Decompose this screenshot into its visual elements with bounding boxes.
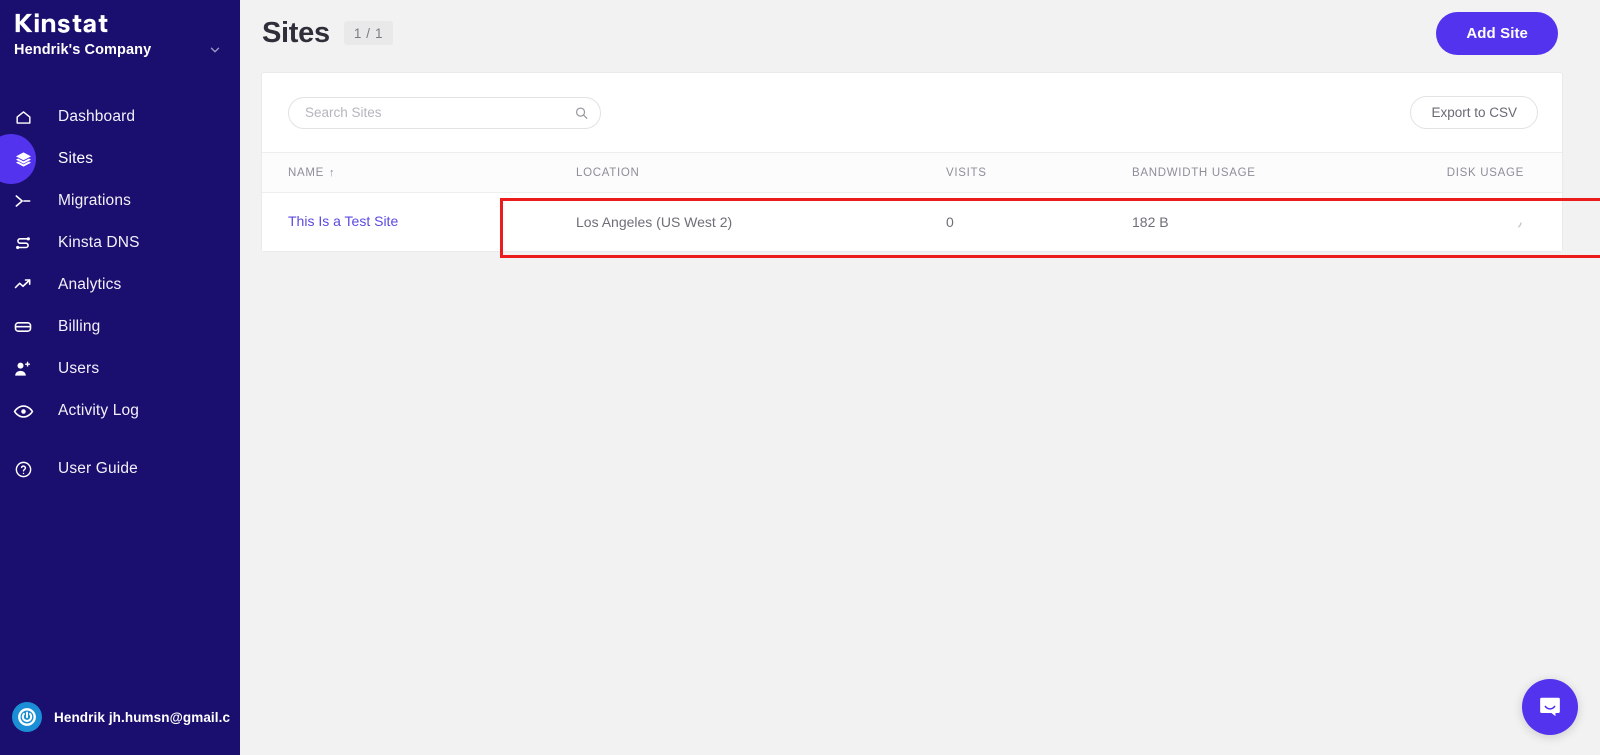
column-header-name-label: NAME xyxy=(288,166,325,179)
sidebar-item-sites[interactable]: Sites xyxy=(0,138,240,180)
sidebar-item-billing[interactable]: Billing xyxy=(0,306,240,348)
cell-visits: 0 xyxy=(946,214,954,230)
app-root: Hendrik's Company Dashboard Sites Migrat… xyxy=(0,0,1600,755)
sites-card: Export to CSV NAME ↑ LOCATION VISITS BAND… xyxy=(262,73,1562,251)
column-header-bandwidth-usage[interactable]: BANDWIDTH USAGE xyxy=(1132,167,1430,179)
sidebar-item-label: Users xyxy=(58,360,100,377)
cell-bandwidth-usage: 182 B xyxy=(1132,214,1169,230)
sites-count-badge: 1 / 1 xyxy=(343,21,394,45)
sidebar-item-kinsta-dns[interactable]: Kinsta DNS xyxy=(0,222,240,264)
table-row[interactable]: This Is a Test Site Los Angeles (US West… xyxy=(262,193,1562,251)
layers-icon xyxy=(10,146,36,172)
intercom-messenger-button[interactable] xyxy=(1522,679,1578,735)
sidebar-item-analytics[interactable]: Analytics xyxy=(0,264,240,306)
search-input[interactable] xyxy=(288,96,601,129)
kinsta-logo[interactable] xyxy=(0,0,240,36)
sidebar: Hendrik's Company Dashboard Sites Migrat… xyxy=(0,0,240,755)
export-to-csv-button[interactable]: Export to CSV xyxy=(1410,96,1538,129)
column-header-disk-usage[interactable]: DISK USAGE xyxy=(1430,167,1562,179)
sidebar-nav: Dashboard Sites Migrations Kinsta DNS An… xyxy=(0,96,240,490)
sidebar-item-label: User Guide xyxy=(58,460,138,477)
sidebar-item-label: Billing xyxy=(58,318,101,335)
sidebar-item-label: Kinsta DNS xyxy=(58,234,140,251)
table-header-row: NAME ↑ LOCATION VISITS BANDWIDTH USAGE DI… xyxy=(262,153,1562,193)
sidebar-item-label: Analytics xyxy=(58,276,122,293)
migrations-icon xyxy=(10,188,36,214)
company-switcher[interactable]: Hendrik's Company xyxy=(0,36,240,58)
sidebar-item-label: Sites xyxy=(58,150,94,167)
site-name-link[interactable]: This Is a Test Site xyxy=(288,213,398,229)
company-name: Hendrik's Company xyxy=(14,42,152,58)
sidebar-item-users[interactable]: Users xyxy=(0,348,240,390)
sidebar-item-user-guide[interactable]: User Guide xyxy=(0,448,240,490)
dns-icon xyxy=(10,230,36,256)
sort-ascending-icon: ↑ xyxy=(329,166,336,179)
add-site-button[interactable]: Add Site xyxy=(1436,11,1558,55)
main-content: Sites 1 / 1 Add Site Export to CSV NAME ↑… xyxy=(240,0,1600,755)
table-toolbar: Export to CSV xyxy=(262,73,1562,153)
sidebar-item-label: Activity Log xyxy=(58,402,140,419)
search-sites-wrapper xyxy=(288,96,601,129)
sidebar-item-label: Dashboard xyxy=(58,108,136,125)
column-header-location[interactable]: LOCATION xyxy=(576,167,946,179)
avatar xyxy=(12,702,42,732)
sidebar-item-activity-log[interactable]: Activity Log xyxy=(0,390,240,432)
sidebar-item-migrations[interactable]: Migrations xyxy=(0,180,240,222)
sidebar-user-profile[interactable]: Hendrik jh.humsn@gmail.c xyxy=(0,679,240,755)
cell-location: Los Angeles (US West 2) xyxy=(576,214,733,230)
page-title: Sites xyxy=(262,16,330,49)
billing-card-icon xyxy=(10,314,36,340)
chat-bubble-icon xyxy=(1537,694,1563,720)
eye-icon xyxy=(10,398,36,424)
user-plus-icon xyxy=(10,356,36,382)
sidebar-item-label: Migrations xyxy=(58,192,131,209)
chevron-down-icon xyxy=(208,43,222,57)
home-icon xyxy=(10,104,36,130)
cell-disk-usage xyxy=(1430,214,1562,230)
loading-spinner-icon xyxy=(1508,214,1524,230)
question-circle-icon xyxy=(10,456,36,482)
column-header-name[interactable]: NAME ↑ xyxy=(288,167,576,179)
analytics-icon xyxy=(10,272,36,298)
column-header-visits[interactable]: VISITS xyxy=(946,167,1132,179)
sidebar-item-dashboard[interactable]: Dashboard xyxy=(0,96,240,138)
cell-site-name: This Is a Test Site xyxy=(288,213,576,231)
page-header: Sites 1 / 1 Add Site xyxy=(240,0,1600,66)
sidebar-user-name: Hendrik jh.humsn@gmail.c xyxy=(54,709,231,725)
